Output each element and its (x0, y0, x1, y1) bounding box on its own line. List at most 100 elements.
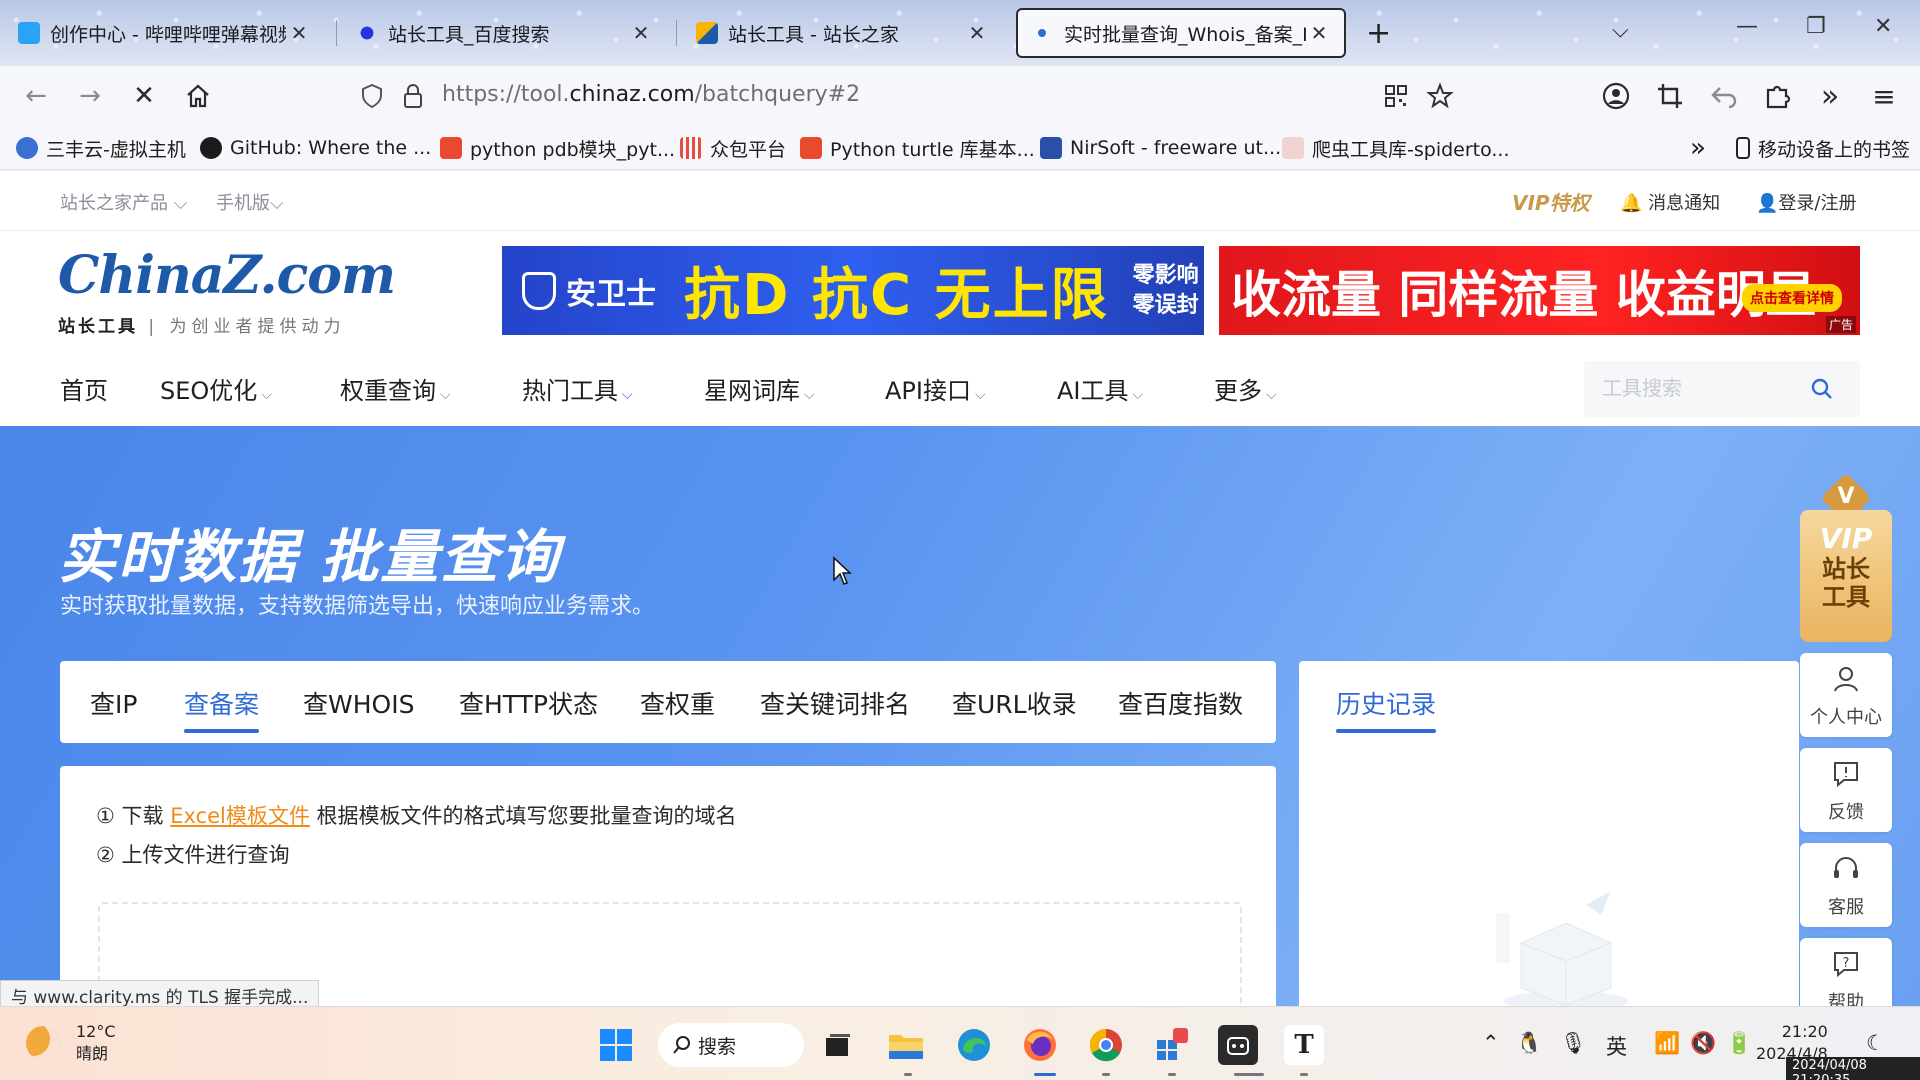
more-bookmarks-chevron-icon[interactable]: » (1690, 133, 1706, 163)
ad-cta-button[interactable]: 点击查看详情 (1742, 284, 1842, 312)
tool-search-input[interactable] (1602, 371, 1802, 407)
notifications-link[interactable]: 🔔 消息通知 (1620, 189, 1720, 215)
task-view-icon[interactable] (818, 1025, 858, 1065)
browser-tab-baidu[interactable]: 站长工具_百度搜索 ✕ (344, 8, 666, 58)
close-icon[interactable]: ✕ (628, 21, 654, 45)
back-button[interactable]: ← (20, 80, 52, 112)
ad-headline: 收流量 同样流量 收益明显 (1231, 265, 1816, 324)
extensions-puzzle-icon[interactable] (1762, 80, 1794, 112)
more-tools-chevron-icon[interactable]: » (1814, 79, 1846, 114)
excel-template-link[interactable]: Excel模板文件 (170, 804, 310, 828)
chrome-browser-icon[interactable] (1086, 1025, 1126, 1065)
address-bar[interactable]: https://tool.chinaz.com/batchquery#2 (356, 72, 1454, 120)
hero-title: 实时数据 批量查询 (58, 523, 561, 591)
tray-overflow-chevron-icon[interactable]: ⌃ (1482, 1031, 1500, 1055)
undo-arrow-icon[interactable] (1708, 80, 1740, 112)
browser-tab-bilibili[interactable]: 创作中心 - 哔哩哔哩弹幕视频网 ✕ (6, 8, 324, 58)
vip-privilege-link[interactable]: VIP特权 (1512, 187, 1590, 216)
battery-icon[interactable]: 🔋 (1726, 1031, 1752, 1056)
bookmark-item[interactable]: python pdb模块_pyt... (440, 134, 675, 162)
ad-banner-traffic[interactable]: 收流量 同样流量 收益明显 点击查看详情 广告 (1219, 246, 1860, 335)
restore-button[interactable]: ❐ (1806, 14, 1826, 39)
file-explorer-icon[interactable] (886, 1025, 926, 1065)
minimize-button[interactable]: — (1736, 14, 1758, 39)
microphone-icon[interactable]: 🎙 (1560, 1031, 1587, 1056)
tab-query-http-status[interactable]: 查HTTP状态 (459, 685, 598, 721)
firefox-browser-icon[interactable] (1020, 1025, 1060, 1065)
ad-banner-anweishi[interactable]: 安卫士 抗D 抗C 无上限 零影响 零误封 (502, 246, 1204, 335)
tracking-shield-icon[interactable] (360, 83, 384, 109)
taskbar-search[interactable]: 搜索 (658, 1023, 804, 1067)
qq-tray-icon[interactable]: 🐧 (1516, 1031, 1542, 1056)
tab-query-keyword-rank[interactable]: 查关键词排名 (760, 685, 910, 721)
close-window-button[interactable]: ✕ (1874, 14, 1892, 39)
menu-item-more[interactable]: 更多 ⌵ (1214, 371, 1277, 406)
speaker-muted-icon[interactable]: 🔇 (1690, 1031, 1716, 1056)
close-icon[interactable]: ✕ (964, 21, 990, 45)
menu-item-api[interactable]: API接口 ⌵ (885, 371, 986, 406)
robot-app-icon[interactable] (1218, 1025, 1258, 1065)
bookmark-item[interactable]: GitHub: Where the ... (200, 134, 431, 162)
qr-code-icon[interactable] (1384, 84, 1408, 108)
windows-taskbar: 12°C 晴朗 搜索 T ⌃ 🐧 🎙 英 📶 🔇 🔋 21:20 2024/4/8 … (0, 1006, 1920, 1080)
stop-loading-button[interactable]: ✕ (128, 80, 160, 112)
chinaz-logo[interactable]: ChinaZ.com 站长工具 | 为创业者提供动力 (58, 245, 396, 341)
float-feedback[interactable]: 反馈 (1800, 748, 1892, 832)
notifications-moon-icon[interactable]: ☾ (1866, 1031, 1885, 1055)
tab-query-url-index[interactable]: 查URL收录 (952, 685, 1077, 721)
ime-indicator[interactable]: 英 (1606, 1031, 1627, 1061)
menu-item-seo[interactable]: SEO优化 ⌵ (160, 371, 272, 406)
bookmark-item[interactable]: 众包平台 (680, 134, 786, 162)
close-icon[interactable]: ✕ (1306, 21, 1332, 45)
tab-list-chevron-icon[interactable]: ⌵ (1612, 18, 1629, 43)
tab-query-weight[interactable]: 查权重 (640, 685, 715, 721)
tab-history[interactable]: 历史记录 (1336, 685, 1437, 733)
float-customer-service[interactable]: 客服 (1800, 843, 1892, 927)
search-icon[interactable] (1810, 377, 1834, 401)
browser-tab-batchquery[interactable]: 实时批量查询_Whois_备案_IP_ ✕ (1016, 8, 1346, 58)
bookmark-star-icon[interactable] (1426, 82, 1454, 110)
running-indicator (1102, 1073, 1110, 1076)
menu-item-weight[interactable]: 权重查询 ⌵ (340, 371, 451, 406)
screenshot-crop-icon[interactable] (1654, 80, 1686, 112)
account-icon[interactable] (1600, 80, 1632, 112)
home-button[interactable] (182, 80, 214, 112)
tab-query-baidu-index[interactable]: 查百度指数 (1118, 685, 1243, 721)
mobile-bookmarks[interactable]: 移动设备上的书签 (1736, 134, 1910, 162)
float-personal-center[interactable]: 个人中心 (1800, 653, 1892, 737)
hamburger-menu-icon[interactable]: ≡ (1868, 80, 1900, 113)
weather-widget[interactable]: 12°C 晴朗 (26, 1021, 116, 1065)
bookmark-item[interactable]: 三丰云-虚拟主机 (16, 134, 186, 162)
menu-item-hot-tools[interactable]: 热门工具 ⌵ (522, 371, 633, 406)
menu-item-ai-tools[interactable]: AI工具 ⌵ (1057, 371, 1143, 406)
vip-tools-float[interactable]: V VIP 站长 工具 (1800, 472, 1892, 642)
menu-item-wordbank[interactable]: 星网词库 ⌵ (704, 371, 815, 406)
url-text[interactable]: https://tool.chinaz.com/batchquery#2 (442, 82, 860, 107)
bookmark-item[interactable]: Python turtle 库基本... (800, 134, 1035, 162)
tab-query-whois[interactable]: 查WHOIS (303, 685, 414, 721)
running-indicator (1234, 1073, 1264, 1076)
upload-step-1: ① 下载 Excel模板文件 根据模板文件的格式填写您要批量查询的域名 (96, 800, 737, 830)
wifi-icon[interactable]: 📶 (1654, 1031, 1680, 1056)
ad-mark: 广告 (1825, 316, 1856, 333)
app-manager-icon[interactable] (1152, 1025, 1192, 1065)
tab-separator (676, 20, 677, 46)
login-register-link[interactable]: 👤登录/注册 (1756, 189, 1857, 215)
edge-browser-icon[interactable] (954, 1025, 994, 1065)
tab-query-ip[interactable]: 查IP (90, 685, 137, 721)
menu-item-home[interactable]: 首页 (60, 371, 108, 406)
products-dropdown[interactable]: 站长之家产品 ⌵ (60, 189, 187, 215)
new-tab-button[interactable]: + (1366, 16, 1391, 51)
forward-button[interactable]: → (74, 80, 106, 112)
float-label: 个人中心 (1810, 707, 1882, 728)
browser-tab-chinaz[interactable]: 站长工具 - 站长之家 ✕ (684, 8, 1002, 58)
windows-start-icon[interactable] (596, 1025, 636, 1065)
lock-icon[interactable] (402, 83, 424, 109)
ad-side-line: 零误封 (1132, 292, 1199, 318)
bookmark-item[interactable]: 爬虫工具库-spiderto... (1282, 134, 1510, 162)
mobile-version-dropdown[interactable]: 手机版⌵ (216, 189, 284, 215)
close-icon[interactable]: ✕ (286, 21, 312, 45)
tab-query-icp[interactable]: 查备案 (184, 685, 260, 733)
typora-app-icon[interactable]: T (1284, 1025, 1324, 1065)
bookmark-item[interactable]: NirSoft - freeware ut... (1040, 134, 1281, 162)
